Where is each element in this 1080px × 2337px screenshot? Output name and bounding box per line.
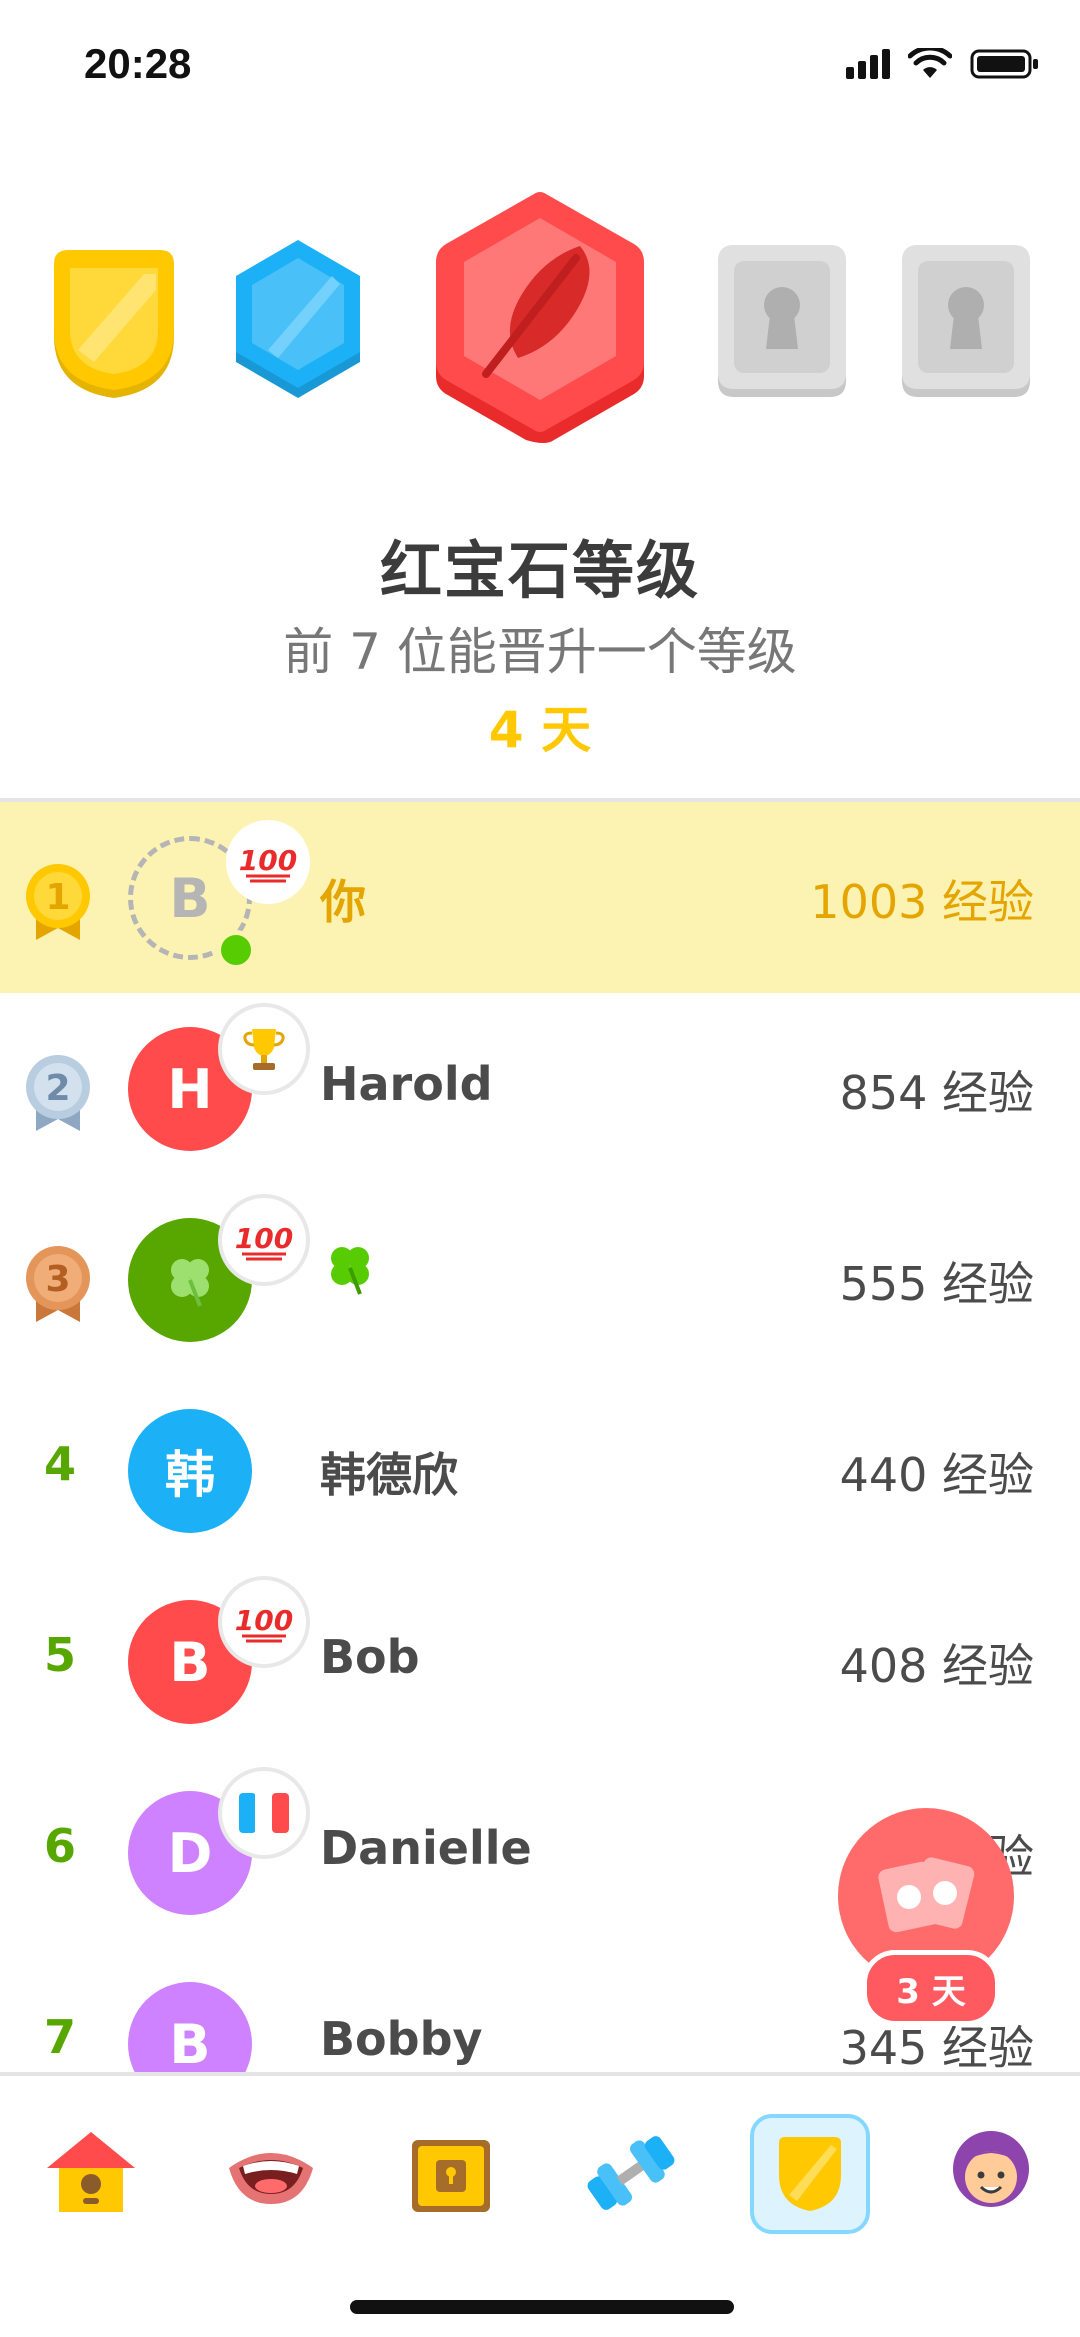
status-icons bbox=[846, 48, 1040, 80]
rank-number: 5 bbox=[43, 1628, 76, 1682]
user-xp: 440 经验 bbox=[839, 1448, 1034, 1502]
svg-text:100: 100 bbox=[235, 1222, 293, 1255]
user-name: Bobby bbox=[320, 2012, 483, 2066]
mouth-icon bbox=[229, 2153, 313, 2204]
tab-leaderboards[interactable] bbox=[750, 2114, 870, 2234]
user-name: 韩德欣 bbox=[320, 1448, 458, 1502]
rank-number: 3 bbox=[45, 1259, 70, 1300]
hundred-icon: 100 bbox=[239, 844, 297, 883]
user-xp: 555 经验 bbox=[839, 1257, 1034, 1311]
sapphire-league-hexagon-icon[interactable] bbox=[228, 240, 368, 402]
bottom-tab-bar bbox=[0, 2076, 1080, 2276]
dumbbell-icon bbox=[587, 2136, 675, 2210]
flag-badge bbox=[222, 1771, 306, 1855]
user-xp: 1003 经验 bbox=[810, 875, 1034, 929]
tab-practice[interactable] bbox=[576, 2118, 686, 2228]
gold-league-shield-icon[interactable] bbox=[44, 250, 184, 402]
user-name: Harold bbox=[320, 1057, 493, 1111]
league-badges bbox=[0, 185, 1080, 475]
locked-league-icon[interactable] bbox=[712, 245, 852, 403]
user-name bbox=[320, 1236, 380, 1311]
cards-icon bbox=[878, 1857, 975, 1933]
rank-number: 6 bbox=[43, 1819, 76, 1873]
profile-avatar-icon bbox=[953, 2131, 1029, 2207]
user-xp: 854 经验 bbox=[839, 1066, 1034, 1120]
rank-number: 7 bbox=[43, 2010, 76, 2064]
leaderboard-row[interactable]: 2 H Harold 854 经验 bbox=[0, 993, 1080, 1184]
trophy-icon bbox=[243, 1029, 285, 1070]
tab-stories[interactable] bbox=[396, 2118, 506, 2228]
hundred-icon: 100 bbox=[235, 1222, 293, 1261]
gold-medal-icon: 1 bbox=[26, 864, 90, 940]
challenge-countdown-badge[interactable]: 3 天 bbox=[862, 1950, 1000, 2026]
user-name: Bob bbox=[320, 1630, 420, 1684]
rank-number: 2 bbox=[45, 1068, 70, 1109]
gold-shield-icon bbox=[779, 2137, 841, 2211]
avatar[interactable]: B bbox=[128, 1982, 252, 2072]
league-countdown: 4 天 bbox=[488, 701, 592, 759]
leaderboard-row[interactable]: 5 B 100 Bob 408 经验 bbox=[0, 1566, 1080, 1757]
bronze-medal-icon: 3 bbox=[26, 1246, 90, 1322]
online-indicator bbox=[216, 930, 256, 970]
status-bar: 20:28 bbox=[0, 0, 1080, 130]
treasure-chest-icon bbox=[412, 2140, 490, 2212]
ruby-league-hexagon-icon[interactable] bbox=[430, 190, 650, 454]
hundred-icon: 100 bbox=[235, 1604, 293, 1643]
leaderboard-row[interactable]: 4 韩 韩德欣 440 经验 bbox=[0, 1375, 1080, 1566]
france-flag-icon bbox=[239, 1793, 289, 1833]
locked-league-icon[interactable] bbox=[896, 245, 1036, 403]
cellular-signal-icon bbox=[846, 49, 890, 79]
rank-number: 4 bbox=[43, 1437, 76, 1491]
leaderboard-row[interactable]: 3 100 555 经验 bbox=[0, 1184, 1080, 1375]
silver-medal-icon: 2 bbox=[26, 1055, 90, 1131]
clover-icon bbox=[171, 1259, 209, 1307]
leaderboard-row-self[interactable]: 1 B 100 你 1003 经验 bbox=[0, 802, 1080, 993]
tab-speak[interactable] bbox=[216, 2118, 326, 2228]
user-xp: 408 经验 bbox=[839, 1639, 1034, 1693]
league-title: 红宝石等级 bbox=[379, 534, 700, 607]
home-icon bbox=[47, 2132, 135, 2212]
tab-profile[interactable] bbox=[936, 2118, 1046, 2228]
hundred-badge: 100 bbox=[222, 1580, 306, 1664]
tab-learn[interactable] bbox=[36, 2118, 146, 2228]
hundred-badge: 100 bbox=[222, 1198, 306, 1282]
svg-text:100: 100 bbox=[235, 1604, 293, 1637]
home-indicator bbox=[350, 2300, 734, 2314]
battery-icon bbox=[970, 49, 1038, 79]
wifi-icon bbox=[908, 48, 952, 78]
user-name: 你 bbox=[320, 875, 366, 929]
clover-icon bbox=[331, 1247, 369, 1295]
svg-text:100: 100 bbox=[239, 844, 297, 877]
trophy-badge bbox=[222, 1007, 306, 1091]
status-time: 20:28 bbox=[84, 40, 192, 87]
league-subtitle: 前 7 位能晋升一个等级 bbox=[283, 623, 797, 681]
avatar[interactable]: 韩 bbox=[128, 1409, 252, 1533]
user-name: Danielle bbox=[320, 1821, 532, 1875]
hundred-badge: 100 bbox=[226, 820, 310, 904]
rank-number: 1 bbox=[45, 877, 70, 918]
